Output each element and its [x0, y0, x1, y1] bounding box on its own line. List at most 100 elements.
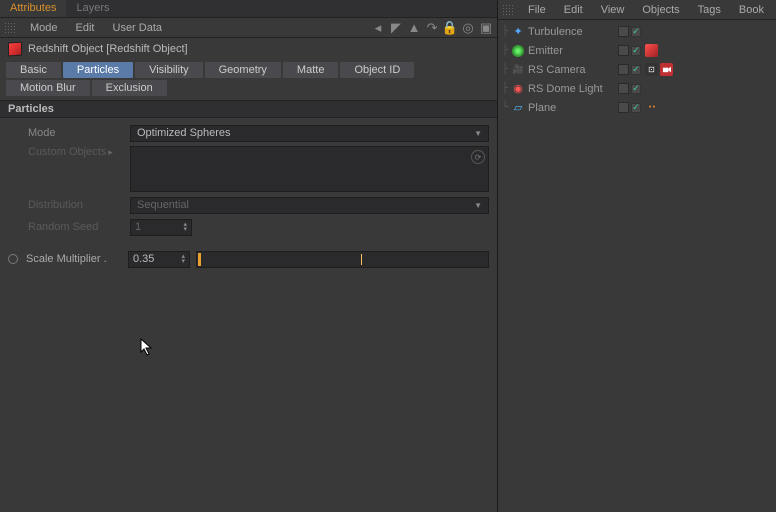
grip-icon[interactable] [502, 4, 514, 16]
scale-multiplier-field[interactable]: 0.35 ▴▾ [128, 251, 190, 268]
menu-view[interactable]: View [593, 2, 633, 18]
tree-row-plane[interactable]: └ ▱ Plane ✓ ⠒ [498, 98, 776, 117]
mouse-cursor-icon [140, 338, 154, 361]
menu-mode[interactable]: Mode [22, 20, 66, 36]
viewport-tag-icon[interactable]: ⊡ [645, 63, 658, 76]
visibility-toggle[interactable]: ✓ [631, 27, 641, 37]
slider-fill [198, 253, 201, 266]
om-menubar: File Edit View Objects Tags Book [498, 0, 776, 20]
obj-dome-light[interactable]: RS Dome Light [528, 83, 603, 95]
menu-objects[interactable]: Objects [634, 2, 687, 18]
tree-branch-icon: ├ [502, 83, 508, 94]
label-scale-multiplier: Scale Multiplier . [26, 253, 122, 265]
label-mode: Mode [28, 127, 124, 139]
object-manager-panel: File Edit View Objects Tags Book ├ ✦ Tur… [498, 0, 776, 512]
dropdown-mode[interactable]: Optimized Spheres ▼ [130, 125, 489, 142]
lock-icon[interactable]: 🔒 [443, 21, 457, 35]
tree-branch-icon: ├ [502, 64, 508, 75]
chevron-down-icon: ▼ [474, 129, 482, 138]
menu-edit[interactable]: Edit [556, 2, 591, 18]
nav-ptr-icon[interactable]: ◤ [389, 21, 403, 35]
obj-emitter[interactable]: Emitter [528, 45, 563, 57]
rs-camera-tag-icon[interactable] [660, 63, 673, 76]
panel-tabs: Attributes Layers [0, 0, 497, 18]
row-random-seed: Random Seed 1 ▴▾ [8, 218, 489, 236]
slider-knob[interactable] [361, 254, 362, 265]
param-tabs: Basic Particles Visibility Geometry Matt… [0, 60, 497, 98]
tree-row-camera[interactable]: ├ 🎥 RS Camera ✓ ⊡ [498, 60, 776, 79]
params-area: Mode Optimized Spheres ▼ Custom Objects … [0, 118, 497, 274]
layer-dot[interactable] [618, 102, 629, 113]
redshift-tag-icon[interactable] [645, 44, 658, 57]
spinner-icon[interactable]: ▴▾ [181, 254, 185, 264]
random-seed-value: 1 [135, 221, 141, 233]
ptab-visibility[interactable]: Visibility [135, 62, 203, 78]
obj-turbulence[interactable]: Turbulence [528, 26, 583, 38]
keyframe-dot-icon[interactable] [8, 254, 18, 264]
row-mode: Mode Optimized Spheres ▼ [8, 124, 489, 142]
redshift-object-icon [8, 42, 22, 57]
nav-left-icon[interactable]: ◂ [371, 21, 385, 35]
ptab-geometry[interactable]: Geometry [205, 62, 281, 78]
ptab-matte[interactable]: Matte [283, 62, 339, 78]
row-custom: Custom Objects ⟳ [8, 146, 489, 192]
object-title-row: Redshift Object [Redshift Object] [0, 38, 497, 60]
label-custom-objects: Custom Objects [28, 146, 124, 158]
tree-branch-icon: └ [502, 102, 508, 113]
newwin-icon[interactable]: ▣ [479, 21, 493, 35]
row-distribution: Distribution Sequential ▼ [8, 196, 489, 214]
turbulence-icon: ✦ [511, 25, 525, 39]
ptab-objectid[interactable]: Object ID [340, 62, 414, 78]
plane-icon: ▱ [511, 101, 525, 115]
ptab-motionblur[interactable]: Motion Blur [6, 80, 90, 96]
visibility-toggle[interactable]: ✓ [631, 84, 641, 94]
scale-multiplier-slider[interactable] [196, 251, 489, 268]
tab-layers[interactable]: Layers [66, 0, 119, 17]
obj-camera[interactable]: RS Camera [528, 64, 585, 76]
layer-dot[interactable] [618, 26, 629, 37]
target-icon[interactable]: ◎ [461, 21, 475, 35]
emitter-icon [511, 44, 525, 58]
spinner-icon: ▴▾ [183, 222, 187, 232]
tab-attributes[interactable]: Attributes [0, 0, 66, 17]
visibility-toggle[interactable]: ✓ [631, 65, 641, 75]
object-title: Redshift Object [Redshift Object] [28, 43, 188, 55]
chevron-down-icon: ▼ [474, 201, 482, 210]
obj-plane[interactable]: Plane [528, 102, 556, 114]
link-slot-icon[interactable]: ⟳ [471, 150, 485, 164]
menu-userdata[interactable]: User Data [105, 20, 171, 36]
scale-multiplier-value: 0.35 [133, 253, 154, 265]
nav-up-icon[interactable]: ▲ [407, 21, 421, 35]
label-distribution: Distribution [28, 199, 124, 211]
camera-icon: 🎥 [511, 63, 525, 77]
attr-menubar: Mode Edit User Data ◂ ◤ ▲ ↷ 🔒 ◎ ▣ [0, 18, 497, 38]
dropdown-mode-value: Optimized Spheres [137, 127, 231, 139]
attributes-panel: Attributes Layers Mode Edit User Data ◂ … [0, 0, 498, 512]
visibility-toggle[interactable]: ✓ [631, 103, 641, 113]
tree-branch-icon: ├ [502, 45, 508, 56]
dropdown-distribution: Sequential ▼ [130, 197, 489, 214]
menu-file[interactable]: File [520, 2, 554, 18]
ptab-basic[interactable]: Basic [6, 62, 61, 78]
grip-icon[interactable] [4, 22, 16, 34]
menu-tags[interactable]: Tags [690, 2, 729, 18]
custom-objects-field[interactable]: ⟳ [130, 146, 489, 192]
menu-edit[interactable]: Edit [68, 20, 103, 36]
tree-row-dome-light[interactable]: ├ ◉ RS Dome Light ✓ [498, 79, 776, 98]
layer-dot[interactable] [618, 45, 629, 56]
material-tag-icon[interactable]: ⠒ [645, 101, 658, 114]
visibility-toggle[interactable]: ✓ [631, 46, 641, 56]
tree-row-emitter[interactable]: ├ Emitter ✓ [498, 41, 776, 60]
row-scale-multiplier: Scale Multiplier . 0.35 ▴▾ [8, 250, 489, 268]
layer-dot[interactable] [618, 83, 629, 94]
layer-dot[interactable] [618, 64, 629, 75]
ptab-exclusion[interactable]: Exclusion [92, 80, 167, 96]
nav-next-icon[interactable]: ↷ [425, 21, 439, 35]
dropdown-distribution-value: Sequential [137, 199, 189, 211]
label-random-seed: Random Seed [28, 221, 124, 233]
tree-row-turbulence[interactable]: ├ ✦ Turbulence ✓ [498, 22, 776, 41]
menu-bookmarks[interactable]: Book [731, 2, 772, 18]
dome-light-icon: ◉ [511, 82, 525, 96]
ptab-particles[interactable]: Particles [63, 62, 133, 78]
menu-icon-group: ◂ ◤ ▲ ↷ 🔒 ◎ ▣ [371, 21, 493, 35]
